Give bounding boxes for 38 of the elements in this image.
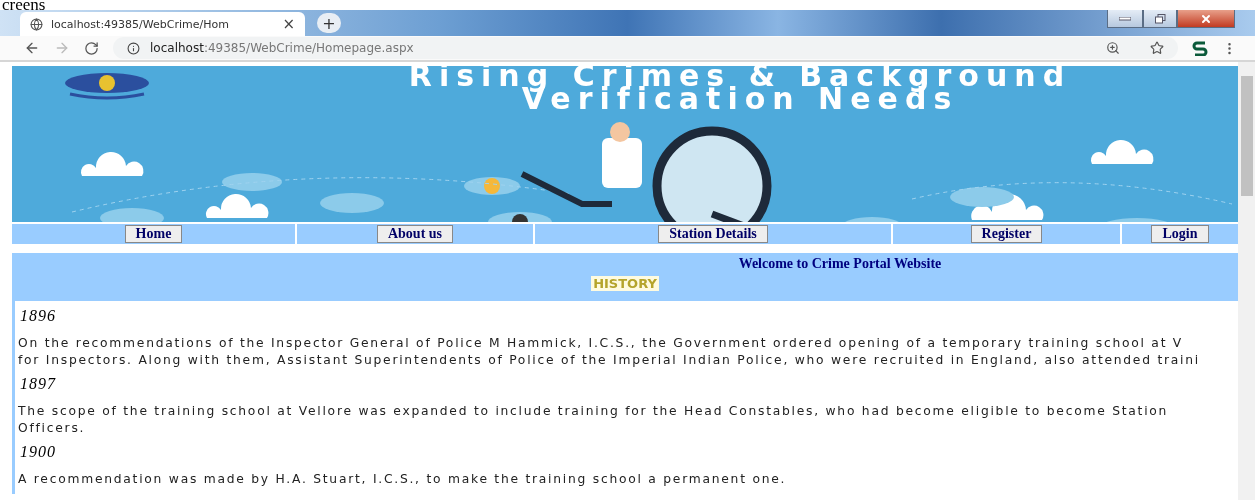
emblem-icon — [62, 70, 152, 100]
zoom-icon[interactable] — [1106, 41, 1120, 55]
extension-icon[interactable] — [1192, 40, 1208, 56]
restore-icon — [1154, 13, 1166, 24]
history-text: The scope of the training school at Vellore was expanded to include training for the Head Constables, who had become eligible to become Station — [18, 403, 1170, 420]
globe-icon — [30, 17, 43, 31]
scrollbar[interactable] — [1238, 62, 1255, 500]
year-heading: 1900 — [20, 443, 57, 462]
minimize-icon — [1119, 16, 1131, 21]
year-heading: 1896 — [20, 307, 57, 326]
nav-button[interactable]: Register — [970, 225, 1043, 243]
welcome-heading: Welcome to Crime Portal Website — [737, 255, 942, 272]
info-icon — [127, 41, 140, 55]
minimize-button[interactable] — [1107, 10, 1143, 28]
close-button[interactable] — [1177, 10, 1235, 28]
history-text: A recommendation was made by H.A. Stuart, I.C.S., to make the training school a permanent one. — [18, 471, 788, 488]
url-text: localhost:49385/WebCrime/Homepage.aspx — [150, 41, 414, 55]
reload-icon[interactable] — [84, 40, 99, 56]
nav-button[interactable]: Home — [124, 225, 183, 243]
star-icon[interactable] — [1150, 41, 1164, 55]
new-tab-button[interactable]: + — [317, 13, 341, 33]
caption-text: creens — [1, 0, 47, 10]
history-text: Officers. — [18, 420, 87, 437]
section-heading: HISTORY — [591, 276, 659, 291]
tab-title: localhost:49385/WebCrime/Hom — [51, 17, 230, 31]
address-bar[interactable]: localhost:49385/WebCrime/Homepage.aspx — [113, 37, 1178, 59]
nav-button[interactable]: Login — [1151, 225, 1209, 243]
history-text: On the recommendations of the Inspector General of Police M Hammick, I.C.S., the Government ordered opening of a temporary training school at V — [18, 335, 1185, 352]
nav-button[interactable]: Station Details — [658, 225, 768, 243]
back-icon[interactable] — [24, 40, 40, 56]
history-text: for Inspectors. Along with them, Assistant Superintendents of Police of the Imperial Indian Police, who were recruited in England, also attended traini — [18, 352, 1201, 369]
nav-button[interactable]: About us — [376, 225, 454, 243]
close-tab-button[interactable]: × — [282, 15, 295, 33]
scroll-thumb[interactable] — [1240, 76, 1253, 196]
year-heading: 1897 — [20, 375, 57, 394]
browser-tab[interactable]: localhost:49385/WebCrime/Hom × — [20, 12, 305, 36]
restore-button[interactable] — [1143, 10, 1177, 28]
close-icon — [1200, 12, 1212, 25]
